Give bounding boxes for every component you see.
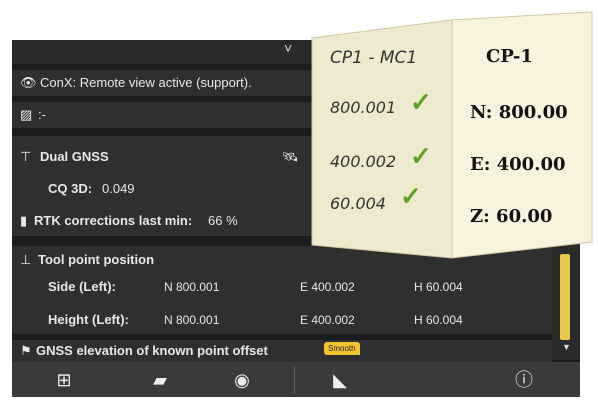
hatch-pattern-icon: ▨ (20, 107, 33, 122)
bottom-toolbar: ⊞ ▰ ◉ Smooth ◣ ⓘ (12, 342, 580, 397)
toolbar-divider (294, 366, 295, 394)
tool-point-title: Tool point position (38, 252, 155, 267)
cq3d-value: 0.049 (102, 181, 135, 196)
check-icon: ✓ (410, 142, 432, 172)
keypad-icon[interactable]: ⊞ (52, 368, 76, 392)
collapse-chevron-icon[interactable]: ˅ (284, 40, 292, 56)
pattern-status-text: :- (38, 107, 46, 122)
rtk-label: RTK corrections last min: (34, 213, 193, 228)
right-title: CP-1 (486, 46, 533, 67)
bucket-icon[interactable]: ◣ (328, 368, 352, 392)
left-value-1: 800.001 (330, 98, 397, 117)
right-value-z: Z: 60.00 (470, 206, 553, 227)
alert-icon[interactable]: ⓘ (512, 368, 536, 392)
check-icon: ✓ (400, 182, 422, 212)
rtk-value: 66 % (208, 213, 238, 228)
gnss-title: Dual GNSS (40, 149, 109, 164)
check-icon: ✓ (410, 88, 432, 118)
conx-status-text: ConX: Remote view active (support). (40, 75, 252, 90)
side-left-h: H 60.004 (414, 280, 463, 294)
left-value-2: 400.002 (330, 152, 397, 171)
scroll-thumb[interactable] (560, 254, 570, 340)
height-left-h: H 60.004 (414, 313, 463, 327)
gnss-elevation-label: GNSS elevation of known point offset (36, 343, 268, 358)
view-eye-icon[interactable]: ◉ (230, 368, 254, 392)
machine-icon[interactable]: ▰ (148, 368, 172, 392)
left-title: CP1 - MC1 (330, 48, 418, 68)
signal-bars-icon: ▮ (20, 213, 28, 228)
eye-remote-icon: 👁 (20, 75, 37, 90)
right-value-n: N: 800.00 (470, 102, 568, 123)
satellite-icon: 🛰 (282, 149, 299, 164)
left-value-3: 60.004 (330, 194, 386, 213)
tool-point-icon: ⊥ (20, 252, 32, 267)
height-left-n: N 800.001 (164, 313, 220, 327)
side-left-e: E 400.002 (300, 280, 355, 294)
height-left-label: Height (Left): (48, 312, 129, 327)
right-value-e: E: 400.00 (470, 154, 566, 175)
smooth-badge: Smooth (324, 342, 360, 355)
flag-icon: ⚑ (20, 343, 32, 358)
side-left-label: Side (Left): (48, 279, 116, 294)
antenna-icon: ⊤ (20, 149, 32, 164)
height-left-e: E 400.002 (300, 313, 355, 327)
scroll-down-icon[interactable]: ▼ (562, 342, 571, 352)
cq3d-label: CQ 3D: (48, 181, 93, 196)
gnss-elevation-row: ⚑ GNSS elevation of known point offset m (12, 340, 552, 362)
side-left-n: N 800.001 (164, 280, 220, 294)
control-point-callout: CP1 - MC1 800.001 ✓ 400.002 ✓ 60.004 ✓ C… (310, 10, 595, 260)
